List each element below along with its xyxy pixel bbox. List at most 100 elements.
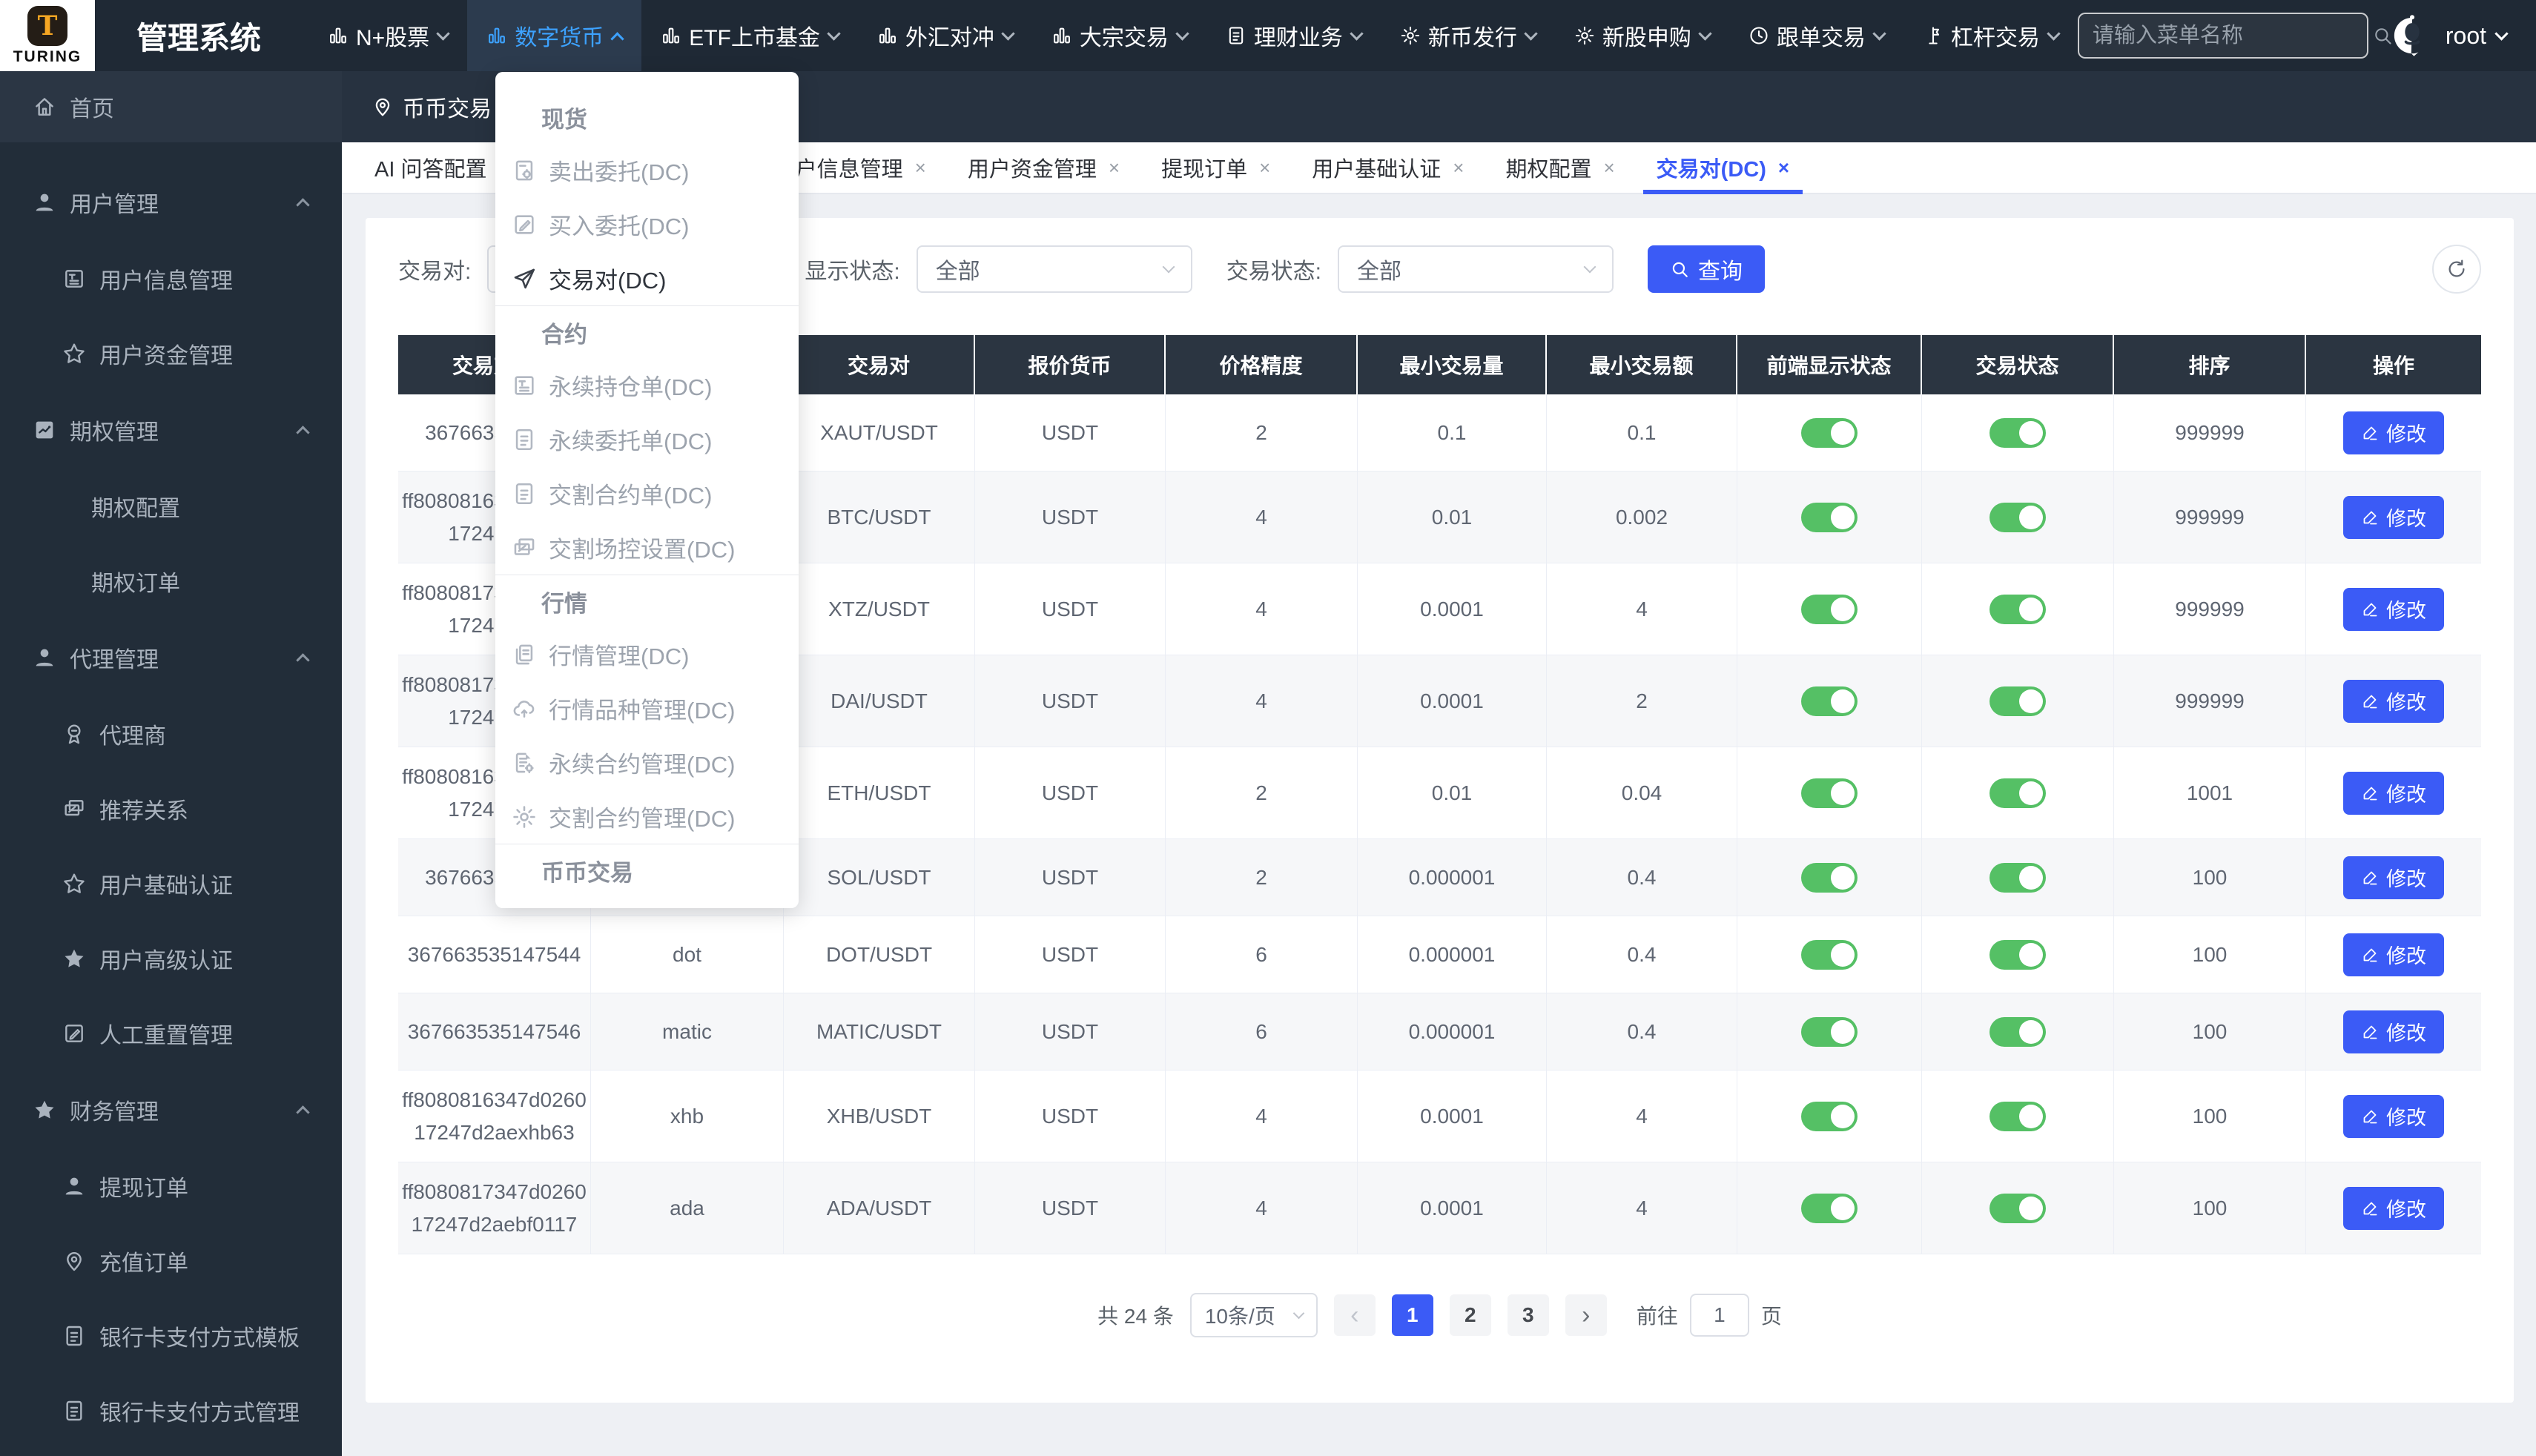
nav-menu-6[interactable]: 新币发行 <box>1381 0 1555 71</box>
dropdown-item-2-0[interactable]: 行情管理(DC) <box>495 627 799 681</box>
sidebar-item-8[interactable]: 推荐关系 <box>0 771 342 846</box>
page-button-1[interactable]: 1 <box>1392 1294 1433 1336</box>
avatar[interactable] <box>2391 14 2434 57</box>
edit-button[interactable]: 修改 <box>2343 1010 2444 1053</box>
trade-status-toggle[interactable] <box>1989 418 2046 448</box>
display-status-toggle[interactable] <box>1801 1017 1858 1047</box>
sidebar-item-16[interactable]: 银行卡支付方式管理 <box>0 1373 342 1448</box>
cell-quote: USDT <box>975 916 1166 993</box>
sidebar-item-7[interactable]: 代理商 <box>0 696 342 771</box>
display-status-toggle[interactable] <box>1801 595 1858 624</box>
edit-button[interactable]: 修改 <box>2343 588 2444 631</box>
trade-status-toggle[interactable] <box>1989 778 2046 808</box>
trade-status-toggle[interactable] <box>1989 503 2046 532</box>
edit-button[interactable]: 修改 <box>2343 856 2444 899</box>
page-button-3[interactable]: 3 <box>1508 1294 1549 1336</box>
edit-button[interactable]: 修改 <box>2343 772 2444 815</box>
display-status-toggle[interactable] <box>1801 686 1858 716</box>
logo[interactable]: T TURING <box>0 0 95 71</box>
dropdown-item-1-3[interactable]: 交割场控设置(DC) <box>495 520 799 575</box>
sidebar-item-13[interactable]: 提现订单 <box>0 1148 342 1223</box>
edit-button[interactable]: 修改 <box>2343 496 2444 539</box>
tab-7[interactable]: 交易对(DC)× <box>1636 142 1810 193</box>
cell-pair: DOT/USDT <box>784 916 975 993</box>
trade-status-toggle[interactable] <box>1989 1102 2046 1131</box>
close-icon[interactable]: × <box>1453 156 1464 179</box>
sidebar-item-2[interactable]: 用户资金管理 <box>0 316 342 391</box>
tab-3[interactable]: 用户资金管理× <box>947 142 1140 193</box>
dropdown-item-1-1[interactable]: 永续委托单(DC) <box>495 412 799 466</box>
next-page-button[interactable]: › <box>1565 1294 1607 1336</box>
sidebar-item-9[interactable]: 用户基础认证 <box>0 846 342 921</box>
close-icon[interactable]: × <box>1778 156 1789 179</box>
nav-menu-0[interactable]: N+股票 <box>308 0 467 71</box>
display-status-toggle[interactable] <box>1801 1102 1858 1131</box>
trade-status-toggle[interactable] <box>1989 1194 2046 1223</box>
display-status-select[interactable]: 全部 <box>917 245 1192 293</box>
sidebar-item-4[interactable]: 期权配置 <box>0 469 342 543</box>
query-button[interactable]: 查询 <box>1648 245 1765 293</box>
close-icon[interactable]: × <box>915 156 926 179</box>
sidebar-item-home[interactable]: 首页 <box>0 71 114 146</box>
page-button-2[interactable]: 2 <box>1450 1294 1491 1336</box>
dropdown-item-0-1[interactable]: 买入委托(DC) <box>495 197 799 251</box>
goto-page-input[interactable] <box>1690 1294 1749 1337</box>
sidebar-item-14[interactable]: 充值订单 <box>0 1223 342 1298</box>
sidebar-item-12[interactable]: 财务管理 <box>0 1071 342 1148</box>
sidebar-item-15[interactable]: 银行卡支付方式模板 <box>0 1298 342 1373</box>
close-icon[interactable]: × <box>1109 156 1120 179</box>
sidebar-item-1[interactable]: 用户信息管理 <box>0 241 342 316</box>
sidebar-item-label: 代理商 <box>99 718 166 750</box>
sidebar-item-6[interactable]: 代理管理 <box>0 618 342 696</box>
page-size-select[interactable]: 10条/页 <box>1190 1293 1318 1337</box>
trade-status-toggle[interactable] <box>1989 1017 2046 1047</box>
trade-status-toggle[interactable] <box>1989 863 2046 893</box>
nav-menu-1[interactable]: 数字货币 <box>467 0 641 71</box>
nav-menu-4[interactable]: 大宗交易 <box>1032 0 1206 71</box>
edit-button[interactable]: 修改 <box>2343 1187 2444 1230</box>
bars-icon <box>877 25 898 46</box>
dropdown-item-0-0[interactable]: 卖出委托(DC) <box>495 143 799 197</box>
dropdown-item-2-3[interactable]: 交割合约管理(DC) <box>495 790 799 844</box>
close-icon[interactable]: × <box>1603 156 1614 179</box>
sidebar-item-11[interactable]: 人工重置管理 <box>0 996 342 1071</box>
nav-menu-9[interactable]: 杠杆交易 <box>1903 0 2078 71</box>
user-menu[interactable]: root <box>2446 22 2506 50</box>
menu-search-input[interactable] <box>2093 24 2372 48</box>
edit-button[interactable]: 修改 <box>2343 933 2444 976</box>
display-status-toggle[interactable] <box>1801 863 1858 893</box>
trade-status-select[interactable]: 全部 <box>1338 245 1614 293</box>
dropdown-item-1-0[interactable]: 永续持仓单(DC) <box>495 358 799 412</box>
prev-page-button[interactable]: ‹ <box>1334 1294 1376 1336</box>
sidebar-item-3[interactable]: 期权管理 <box>0 391 342 469</box>
nav-menu-8[interactable]: 跟单交易 <box>1729 0 1903 71</box>
close-icon[interactable]: × <box>1259 156 1270 179</box>
display-status-toggle[interactable] <box>1801 1194 1858 1223</box>
edit-button[interactable]: 修改 <box>2343 411 2444 454</box>
nav-menu-7[interactable]: 新股申购 <box>1555 0 1729 71</box>
edit-button[interactable]: 修改 <box>2343 680 2444 723</box>
trade-status-toggle[interactable] <box>1989 595 2046 624</box>
trade-status-toggle[interactable] <box>1989 686 2046 716</box>
edit-button[interactable]: 修改 <box>2343 1095 2444 1138</box>
sidebar-item-5[interactable]: 期权订单 <box>0 543 342 618</box>
dropdown-item-1-2[interactable]: 交割合约单(DC) <box>495 466 799 520</box>
nav-menu-3[interactable]: 外汇对冲 <box>858 0 1032 71</box>
display-status-toggle[interactable] <box>1801 940 1858 970</box>
display-status-toggle[interactable] <box>1801 418 1858 448</box>
dropdown-item-0-2[interactable]: 交易对(DC) <box>495 251 799 305</box>
nav-menu-2[interactable]: ETF上市基金 <box>641 0 858 71</box>
display-status-toggle[interactable] <box>1801 503 1858 532</box>
trade-status-toggle[interactable] <box>1989 940 2046 970</box>
dropdown-item-2-2[interactable]: 永续合约管理(DC) <box>495 735 799 790</box>
tab-5[interactable]: 用户基础认证× <box>1291 142 1485 193</box>
subnav-coin-trade[interactable]: 币币交易 <box>372 90 515 123</box>
nav-menu-5[interactable]: 理财业务 <box>1206 0 1381 71</box>
sidebar-item-10[interactable]: 用户高级认证 <box>0 921 342 996</box>
dropdown-item-2-1[interactable]: 行情品种管理(DC) <box>495 681 799 735</box>
sidebar-item-0[interactable]: 用户管理 <box>0 163 342 241</box>
refresh-button[interactable] <box>2432 245 2481 294</box>
display-status-toggle[interactable] <box>1801 778 1858 808</box>
tab-4[interactable]: 提现订单× <box>1140 142 1291 193</box>
tab-6[interactable]: 期权配置× <box>1485 142 1635 193</box>
